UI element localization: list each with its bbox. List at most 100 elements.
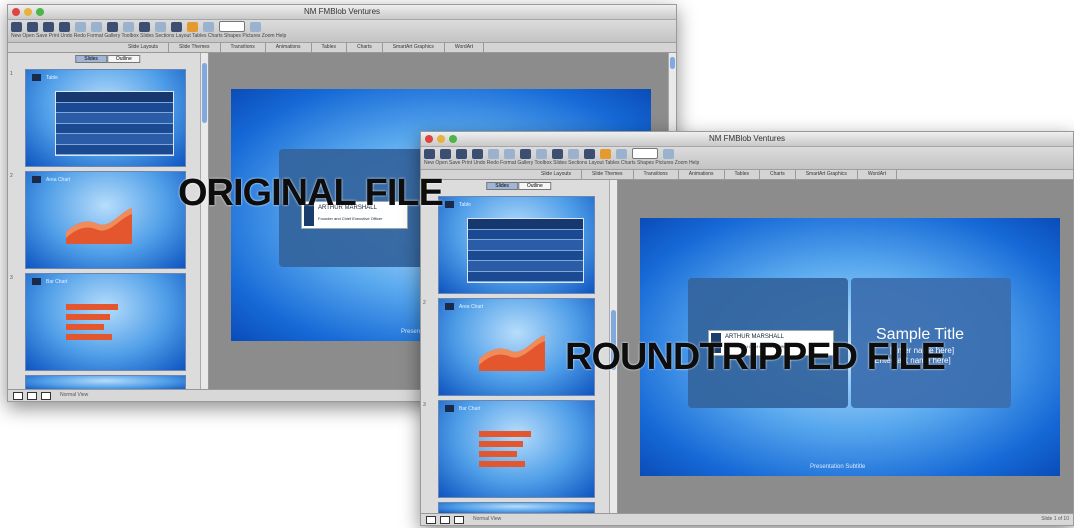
title-bar[interactable]: NM FMBlob Ventures: [8, 5, 676, 20]
slides-icon[interactable]: [155, 21, 166, 32]
thumbnail-title: Table: [46, 75, 58, 81]
tables-icon[interactable]: [584, 148, 595, 159]
open-icon[interactable]: [440, 148, 451, 159]
tab-slides[interactable]: Slides: [75, 55, 107, 63]
sorter-view-icon[interactable]: [440, 516, 450, 524]
ribbon-tab[interactable]: SmartArt Graphics: [383, 43, 445, 52]
ribbon-tab[interactable]: Transitions: [221, 43, 266, 52]
thumbnail-title: Area Chart: [459, 304, 484, 310]
bar-chart-graphic: [66, 304, 118, 340]
redo-icon[interactable]: [504, 148, 515, 159]
ribbon-tab[interactable]: Animations: [266, 43, 312, 52]
status-view-label: Normal View: [473, 516, 502, 522]
help-icon[interactable]: [663, 148, 674, 159]
ribbon-tab[interactable]: WordArt: [445, 43, 485, 52]
slideshow-icon[interactable]: [454, 516, 464, 524]
open-icon[interactable]: [27, 21, 38, 32]
zoom-field[interactable]: [219, 21, 245, 32]
thumbnail-title: Table: [459, 202, 471, 208]
slide-thumbnail[interactable]: Table: [438, 196, 595, 294]
toolbox-icon[interactable]: [139, 21, 150, 32]
roundtripped-window: NM FMBlob Ventures New Open Save Print U…: [420, 131, 1074, 526]
original-file-label: ORIGINAL FILE: [178, 172, 444, 214]
ribbon-tab[interactable]: Slide Themes: [169, 43, 221, 52]
table-graphic: [54, 91, 175, 157]
normal-view-icon[interactable]: [426, 516, 436, 524]
roundtripped-file-label: ROUNDTRIPPED FILE: [555, 335, 955, 379]
ribbon-tabs: Slide Layouts Slide Themes Transitions A…: [8, 43, 676, 53]
slideshow-icon[interactable]: [41, 392, 51, 400]
ribbon-tab[interactable]: Tables: [312, 43, 347, 52]
slides-icon[interactable]: [568, 148, 579, 159]
ribbon-tab[interactable]: Slide Layouts: [118, 43, 170, 52]
charts-icon[interactable]: [600, 148, 611, 159]
help-icon[interactable]: [250, 21, 261, 32]
ribbon-tab[interactable]: Animations: [679, 170, 725, 179]
slide-sidebar: Slides Outline 1 Table 2 Area Chart 3 Ba…: [8, 53, 209, 391]
ribbon-tab[interactable]: Slide Layouts: [531, 170, 583, 179]
name-card-subtitle: Founder and Chief Executive Officer: [318, 216, 383, 221]
thumbnail-title: Area Chart: [46, 177, 71, 183]
ribbon-tab[interactable]: Slide Themes: [582, 170, 634, 179]
shapes-icon[interactable]: [203, 21, 214, 32]
slide-thumbnail[interactable]: Bar Chart: [25, 273, 186, 371]
format-icon[interactable]: [520, 148, 531, 159]
zoom-field[interactable]: [632, 148, 658, 159]
logo-icon: [445, 303, 454, 310]
ribbon-tab[interactable]: WordArt: [858, 170, 898, 179]
slide-thumbnail[interactable]: Area Chart: [25, 171, 186, 269]
save-icon[interactable]: [43, 21, 54, 32]
shapes-icon[interactable]: [616, 148, 627, 159]
format-icon[interactable]: [107, 21, 118, 32]
title-bar[interactable]: NM FMBlob Ventures: [421, 132, 1073, 147]
toolbar: New Open Save Print Undo Redo Format Gal…: [421, 147, 1073, 170]
logo-icon: [32, 74, 41, 81]
sidebar-tabs: Slides Outline: [75, 55, 141, 63]
thumbnail-title: Bar Chart: [459, 406, 481, 412]
sidebar-tabs: Slides Outline: [486, 182, 552, 190]
thumbnail-number: 1: [10, 71, 13, 77]
toolbox-icon[interactable]: [552, 148, 563, 159]
sidebar-scrollbar[interactable]: [200, 53, 208, 389]
thumbnail-number: 2: [423, 300, 426, 306]
thumbnail-number: 2: [10, 173, 13, 179]
table-graphic: [466, 218, 584, 284]
gallery-icon[interactable]: [123, 21, 134, 32]
window-title: NM FMBlob Ventures: [708, 134, 786, 143]
tab-slides[interactable]: Slides: [486, 182, 518, 190]
logo-icon: [445, 405, 454, 412]
thumbnail-title: Bar Chart: [46, 279, 68, 285]
sorter-view-icon[interactable]: [27, 392, 37, 400]
status-slide-count: Slide 1 of 10: [1041, 516, 1069, 522]
save-icon[interactable]: [456, 148, 467, 159]
area-chart-graphic: [479, 335, 545, 371]
print-icon[interactable]: [472, 148, 483, 159]
status-bar: Normal View Slide 1 of 10: [421, 513, 1073, 525]
ribbon-tab[interactable]: Charts: [760, 170, 796, 179]
toolbar-labels: New Open Save Print Undo Redo Format Gal…: [11, 33, 287, 39]
ribbon-tabs: Slide Layouts Slide Themes Transitions A…: [421, 170, 1073, 180]
normal-view-icon[interactable]: [13, 392, 23, 400]
charts-icon[interactable]: [187, 21, 198, 32]
print-icon[interactable]: [59, 21, 70, 32]
ribbon-tab[interactable]: Charts: [347, 43, 383, 52]
undo-icon[interactable]: [75, 21, 86, 32]
gallery-icon[interactable]: [536, 148, 547, 159]
bar-chart-graphic: [479, 431, 531, 467]
tables-icon[interactable]: [171, 21, 182, 32]
new-icon[interactable]: [11, 21, 22, 32]
ribbon-tab[interactable]: Transitions: [634, 170, 679, 179]
window-title: NM FMBlob Ventures: [303, 7, 381, 16]
slide-thumbnail[interactable]: Bar Chart: [438, 400, 595, 498]
redo-icon[interactable]: [91, 21, 102, 32]
tab-outline[interactable]: Outline: [517, 182, 552, 190]
new-icon[interactable]: [424, 148, 435, 159]
ribbon-tab[interactable]: SmartArt Graphics: [796, 170, 858, 179]
ribbon-tab[interactable]: Tables: [725, 170, 760, 179]
slide-thumbnail[interactable]: Table: [25, 69, 186, 167]
roundtripped-label-text: ROUNDTRIPPED FILE: [565, 336, 946, 378]
tab-outline[interactable]: Outline: [106, 55, 141, 63]
undo-icon[interactable]: [488, 148, 499, 159]
thumbnail-number: 3: [10, 275, 13, 281]
area-chart-graphic: [66, 208, 132, 244]
